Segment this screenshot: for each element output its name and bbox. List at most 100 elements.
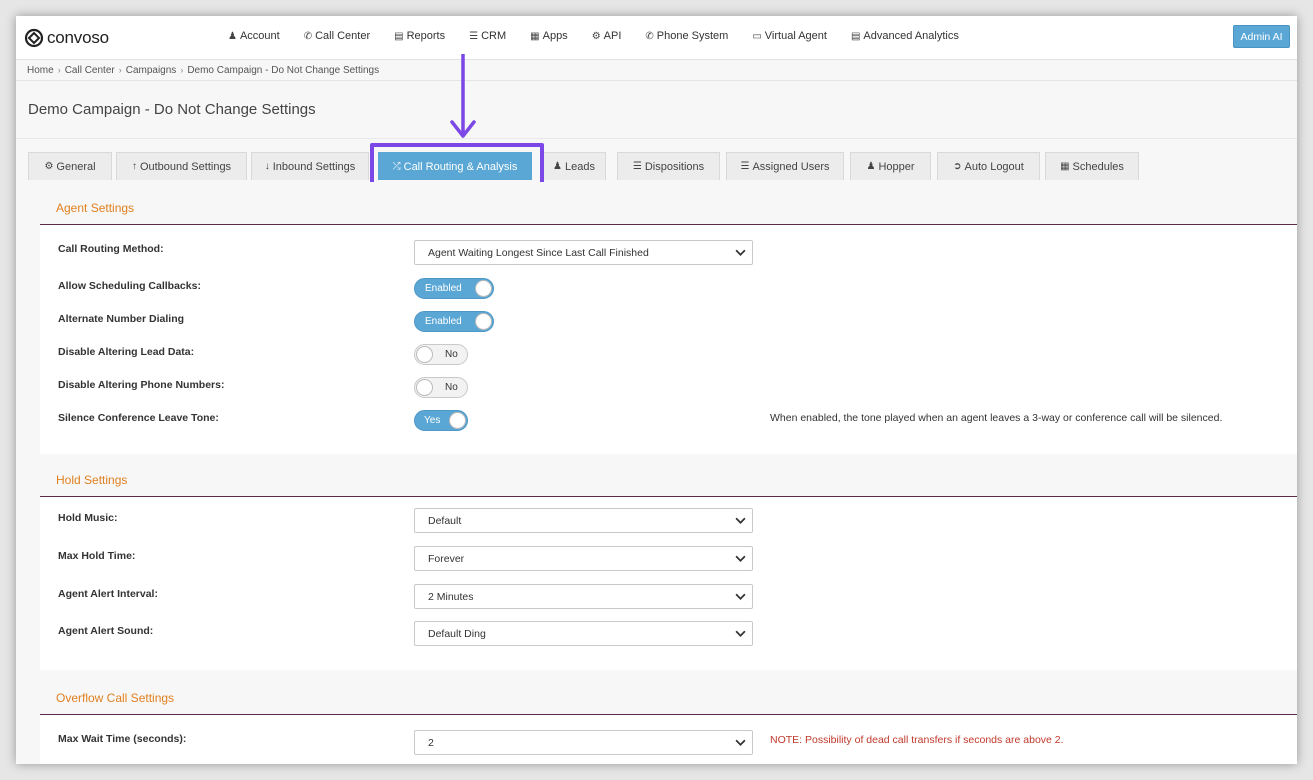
tab-label: Leads: [564, 160, 595, 173]
convoso-logo-icon: [24, 28, 44, 48]
chevron-right-icon: ›: [180, 65, 184, 75]
crumb-call-center[interactable]: Call Center: [65, 65, 115, 76]
agent-settings-panel: Agent Settings Call Routing Method: Agen…: [40, 192, 1297, 454]
nav-phone-system[interactable]: ✆ Phone System: [633, 30, 740, 42]
field-label: Disable Altering Lead Data:: [58, 346, 195, 358]
tab-hopper[interactable]: ♟ Hopper: [850, 152, 931, 180]
silence-conference-leave-tone-toggle[interactable]: Yes: [414, 410, 468, 431]
select-value: Default: [428, 514, 462, 527]
chevron-down-icon: [735, 249, 746, 256]
grid-icon: ▦: [530, 30, 540, 42]
crumb-home[interactable]: Home: [27, 65, 54, 76]
toggle-text: Enabled: [425, 316, 462, 327]
nav-label: Virtual Agent: [764, 30, 827, 42]
hold-settings-panel: Hold Settings Hold Music: Default Max Ho…: [40, 464, 1297, 670]
bar-chart-icon: ▤: [394, 30, 404, 42]
nav-label: Apps: [542, 30, 568, 42]
crumb-current: Demo Campaign - Do Not Change Settings: [187, 64, 380, 76]
breadcrumb: Home › Call Center › Campaigns › Demo Ca…: [16, 60, 1297, 81]
toggle-text: No: [445, 349, 458, 360]
nav-reports[interactable]: ▤ Reports: [382, 30, 457, 42]
nav-api[interactable]: ⚙ API: [580, 30, 634, 42]
tab-label: Hopper: [878, 160, 915, 173]
tab-outbound-settings[interactable]: ↑ Outbound Settings: [116, 152, 247, 180]
tab-auto-logout[interactable]: ➲ Auto Logout: [937, 152, 1040, 180]
chevron-right-icon: ›: [118, 65, 122, 75]
alternate-number-dialing-toggle[interactable]: Enabled: [414, 311, 494, 332]
brand-logo[interactable]: convoso: [24, 27, 109, 49]
field-label: Max Hold Time:: [58, 550, 136, 562]
calendar-icon: ▦: [1060, 161, 1070, 172]
chevron-down-icon: [735, 593, 746, 600]
nav-label: Account: [239, 30, 280, 42]
tab-schedules[interactable]: ▦ Schedules: [1045, 152, 1139, 180]
content-area: Agent Settings Call Routing Method: Agen…: [16, 182, 1297, 764]
tab-label: General: [56, 160, 96, 173]
nav-label: Advanced Analytics: [863, 30, 959, 42]
nav-advanced-analytics[interactable]: ▤ Advanced Analytics: [839, 30, 971, 42]
tab-dispositions[interactable]: ☰ Dispositions: [617, 152, 720, 180]
section-title: Overflow Call Settings: [40, 682, 1297, 715]
tab-leads[interactable]: ♟ Leads: [542, 152, 606, 180]
arrow-down-icon: ↓: [264, 161, 270, 172]
users-icon: ♟: [553, 161, 562, 172]
tab-label: Outbound Settings: [139, 160, 232, 173]
nav-virtual-agent[interactable]: ▭ Virtual Agent: [740, 30, 839, 42]
hold-music-select[interactable]: Default: [414, 508, 753, 533]
tab-label: Schedules: [1072, 160, 1124, 173]
field-label: Allow Scheduling Callbacks:: [58, 280, 201, 292]
tab-inbound-settings[interactable]: ↓ Inbound Settings: [251, 152, 369, 180]
allow-scheduling-callbacks-toggle[interactable]: Enabled: [414, 278, 494, 299]
nav-label: API: [603, 30, 622, 42]
nav-call-center[interactable]: ✆ Call Center: [292, 30, 382, 42]
nav-crm[interactable]: ☰ CRM: [457, 30, 518, 42]
gears-icon: ⚙: [44, 161, 54, 172]
list-icon: ☰: [632, 161, 642, 172]
arrow-up-icon: ↑: [131, 161, 137, 172]
top-nav: convoso ♟ Account ✆ Call Center ▤ Report…: [16, 16, 1297, 60]
disable-altering-lead-data-toggle[interactable]: No: [414, 344, 468, 365]
users-icon: ♟: [866, 161, 876, 172]
tab-label: Dispositions: [644, 160, 705, 173]
arrow-down-annotation-icon: [450, 54, 476, 138]
select-value: Agent Waiting Longest Since Last Call Fi…: [428, 246, 649, 259]
field-label: Hold Music:: [58, 512, 118, 524]
field-label: Silence Conference Leave Tone:: [58, 412, 219, 424]
toggle-knob: [475, 280, 492, 297]
gear-icon: ⚙: [591, 30, 601, 42]
nav-account[interactable]: ♟ Account: [216, 30, 292, 42]
toggle-text: Yes: [424, 415, 441, 426]
help-text: When enabled, the tone played when an ag…: [770, 412, 1223, 424]
max-wait-time-select[interactable]: 2: [414, 730, 753, 755]
chevron-down-icon: [735, 739, 746, 746]
nav-label: Phone System: [656, 30, 729, 42]
tab-label: Inbound Settings: [272, 160, 356, 173]
chevron-down-icon: [735, 555, 746, 562]
crumb-campaigns[interactable]: Campaigns: [126, 65, 177, 76]
sign-out-icon: ➲: [953, 161, 962, 172]
nav-label: CRM: [481, 30, 507, 42]
agent-alert-sound-select[interactable]: Default Ding: [414, 621, 753, 646]
tab-assigned-users[interactable]: ☰ Assigned Users: [726, 152, 844, 180]
field-label: Alternate Number Dialing: [58, 313, 185, 325]
nav-apps[interactable]: ▦ Apps: [518, 30, 580, 42]
max-hold-time-select[interactable]: Forever: [414, 546, 753, 571]
call-routing-method-select[interactable]: Agent Waiting Longest Since Last Call Fi…: [414, 240, 753, 265]
list-icon: ☰: [469, 30, 479, 42]
field-label: Disable Altering Phone Numbers:: [58, 379, 225, 391]
agent-alert-interval-select[interactable]: 2 Minutes: [414, 584, 753, 609]
section-title: Agent Settings: [40, 192, 1297, 225]
field-label: Max Wait Time (seconds):: [58, 733, 187, 745]
tab-general[interactable]: ⚙ General: [28, 152, 112, 180]
page-title: Demo Campaign - Do Not Change Settings: [28, 101, 316, 118]
warning-note: NOTE: Possibility of dead call transfers…: [770, 734, 1064, 746]
section-title: Hold Settings: [40, 464, 1297, 497]
toggle-text: No: [445, 382, 458, 393]
toggle-knob: [449, 412, 466, 429]
disable-altering-phone-numbers-toggle[interactable]: No: [414, 377, 468, 398]
nav-label: Reports: [406, 30, 446, 42]
brand-name: convoso: [47, 28, 109, 47]
toggle-knob: [475, 313, 492, 330]
overflow-call-settings-panel: Overflow Call Settings Max Wait Time (se…: [40, 682, 1297, 764]
admin-ai-button[interactable]: Admin AI: [1233, 25, 1290, 48]
